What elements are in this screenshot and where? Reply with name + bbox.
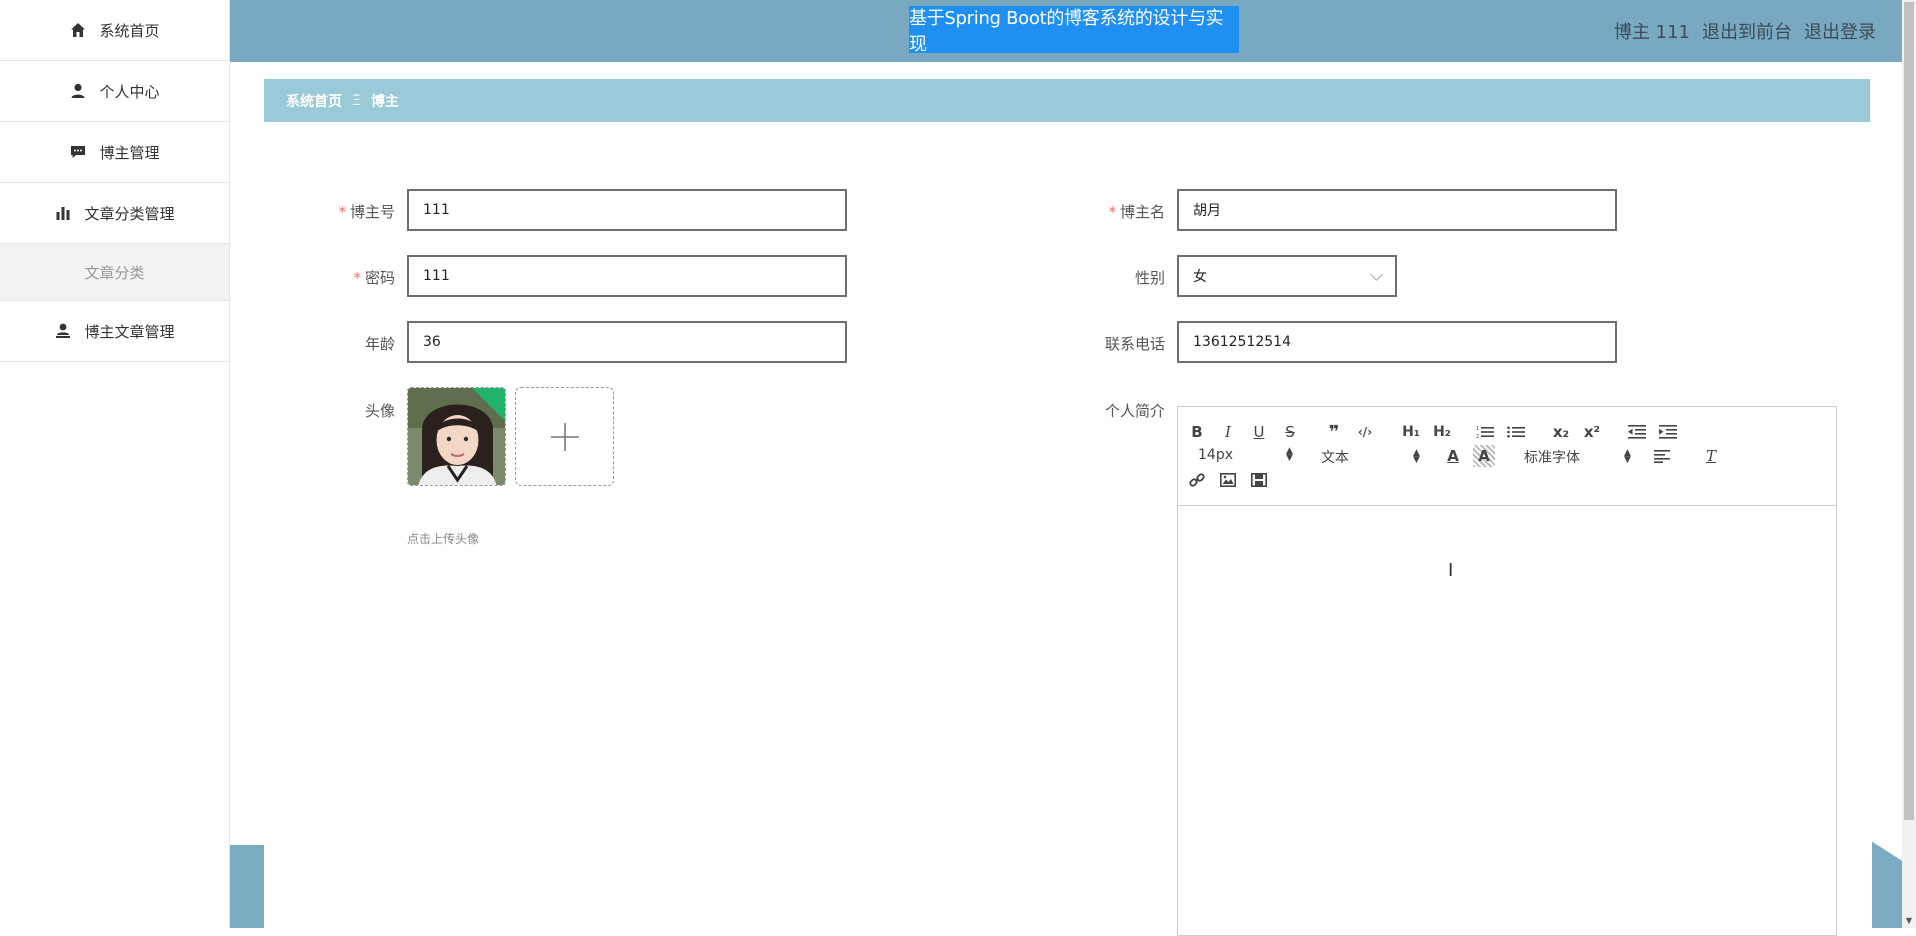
align-icon[interactable]	[1651, 445, 1673, 467]
phone-input[interactable]: 13612512514	[1177, 321, 1617, 363]
subscript-icon[interactable]: x₂	[1550, 421, 1572, 443]
updown-icon: ▲ ▼	[1624, 448, 1631, 465]
image-icon[interactable]	[1217, 469, 1239, 491]
clear-format-icon[interactable]: T	[1700, 445, 1722, 467]
sidebar: 系统首页 个人中心 博主管理 文章分类管理 文章分类 博主文章管理	[0, 0, 230, 928]
name-input[interactable]: 胡月	[1177, 189, 1617, 231]
chat-icon	[69, 143, 87, 161]
sidebar-item-label: 系统首页	[99, 21, 160, 40]
password-label: * 密码	[353, 269, 395, 287]
avatar-photo	[408, 388, 505, 485]
sidebar-item-label: 文章分类	[84, 263, 145, 282]
font-family-select[interactable]: 标准字体 ▲ ▼	[1524, 447, 1634, 467]
back-to-front-link[interactable]: 退出到前台	[1702, 18, 1792, 44]
current-user: 博主 111	[1613, 22, 1690, 43]
indent-icon[interactable]	[1657, 421, 1679, 443]
top-header: 基于Spring Boot的博客系统的设计与实现 博主 111 退出到前台 退出…	[230, 0, 1916, 62]
vertical-scrollbar[interactable]: ▼	[1902, 0, 1916, 928]
name-label: * 博主名	[1108, 203, 1165, 221]
decorative-wave	[1872, 841, 1902, 928]
avatar[interactable]	[407, 387, 506, 486]
age-input[interactable]: 36	[407, 321, 847, 363]
phone-label: 联系电话	[1104, 335, 1165, 353]
underline-icon[interactable]: U	[1248, 421, 1270, 443]
bar-chart-icon	[54, 204, 72, 222]
font-size-select[interactable]: 14px ▲ ▼	[1198, 446, 1308, 464]
blockquote-icon[interactable]: ❞	[1323, 421, 1345, 443]
sidebar-item-home[interactable]: 系统首页	[0, 0, 229, 61]
page-title: 基于Spring Boot的博客系统的设计与实现	[909, 6, 1239, 55]
logout-link[interactable]: 退出登录	[1804, 18, 1876, 44]
updown-icon: ▲ ▼	[1413, 448, 1420, 465]
svg-text:1: 1	[1476, 426, 1479, 432]
updown-icon: ▲ ▼	[1286, 446, 1293, 463]
user-icon	[69, 82, 87, 100]
upload-tip: 点击上传头像	[407, 532, 480, 546]
sidebar-item-label: 博主文章管理	[84, 322, 175, 341]
background-color-icon[interactable]: A	[1473, 445, 1495, 467]
heading2-icon[interactable]: H₂	[1429, 421, 1455, 443]
breadcrumb-home[interactable]: 系统首页	[286, 91, 342, 111]
header-actions: 博主 111 退出到前台 退出登录	[1614, 0, 1876, 62]
breadcrumb-current: 博主	[370, 93, 399, 110]
decorative-wave	[230, 845, 264, 928]
editor-toolbar: B I U S ❞ ‹/› H₁ H₂ 12 x₂ x² 14px ▲ ▼ 文本 ▲ ▼…	[1178, 407, 1836, 506]
bold-icon[interactable]: B	[1186, 421, 1208, 443]
bullet-list-icon[interactable]	[1505, 421, 1527, 443]
editor-content[interactable]	[1178, 506, 1836, 936]
user-stamp-icon	[54, 322, 72, 340]
account-input[interactable]: 111	[407, 189, 847, 231]
video-icon[interactable]	[1248, 469, 1270, 491]
text-type-select[interactable]: 文本 ▲ ▼	[1321, 447, 1431, 467]
account-label: * 博主号	[338, 203, 395, 221]
outdent-icon[interactable]	[1626, 421, 1648, 443]
text-cursor-icon: Ι	[1448, 560, 1454, 581]
plus-icon	[550, 422, 579, 451]
upload-button[interactable]	[515, 387, 614, 486]
italic-icon[interactable]: I	[1217, 421, 1239, 443]
font-color-icon[interactable]: A	[1442, 445, 1464, 467]
password-input[interactable]: 111	[407, 255, 847, 297]
sidebar-item-label: 博主管理	[99, 143, 160, 162]
chevron-down-icon	[1370, 268, 1383, 281]
sidebar-item-blogger-mgmt[interactable]: 博主管理	[0, 122, 229, 183]
home-icon	[69, 21, 87, 39]
strikethrough-icon[interactable]: S	[1279, 421, 1301, 443]
scroll-down-icon[interactable]: ▼	[1902, 914, 1916, 928]
avatar-label: 头像	[364, 402, 395, 420]
sidebar-item-label: 个人中心	[99, 82, 160, 101]
svg-text:2: 2	[1476, 434, 1479, 439]
code-block-icon[interactable]: ‹/›	[1354, 421, 1376, 443]
sidebar-item-article-mgmt[interactable]: 博主文章管理	[0, 300, 229, 362]
heading1-icon[interactable]: H₁	[1398, 421, 1424, 443]
rich-text-editor: B I U S ❞ ‹/› H₁ H₂ 12 x₂ x² 14px ▲ ▼ 文本 ▲ ▼…	[1177, 406, 1837, 936]
ordered-list-icon[interactable]: 12	[1474, 421, 1496, 443]
gender-label: 性别	[1134, 269, 1165, 287]
superscript-icon[interactable]: x²	[1581, 421, 1603, 443]
breadcrumb: 系统首页 Ξ 博主	[264, 79, 1870, 122]
sidebar-item-label: 文章分类管理	[84, 204, 175, 223]
gender-value: 女	[1193, 269, 1207, 285]
breadcrumb-separator-icon: Ξ	[352, 92, 361, 109]
sidebar-item-category-mgmt[interactable]: 文章分类管理	[0, 183, 229, 244]
sidebar-item-profile[interactable]: 个人中心	[0, 61, 229, 122]
age-label: 年龄	[364, 335, 395, 353]
link-icon[interactable]	[1186, 469, 1208, 491]
sidebar-subitem-category[interactable]: 文章分类	[0, 244, 229, 300]
scrollbar-thumb[interactable]	[1904, 2, 1914, 820]
gender-select[interactable]: 女	[1177, 255, 1397, 297]
intro-label: 个人简介	[1104, 402, 1165, 420]
